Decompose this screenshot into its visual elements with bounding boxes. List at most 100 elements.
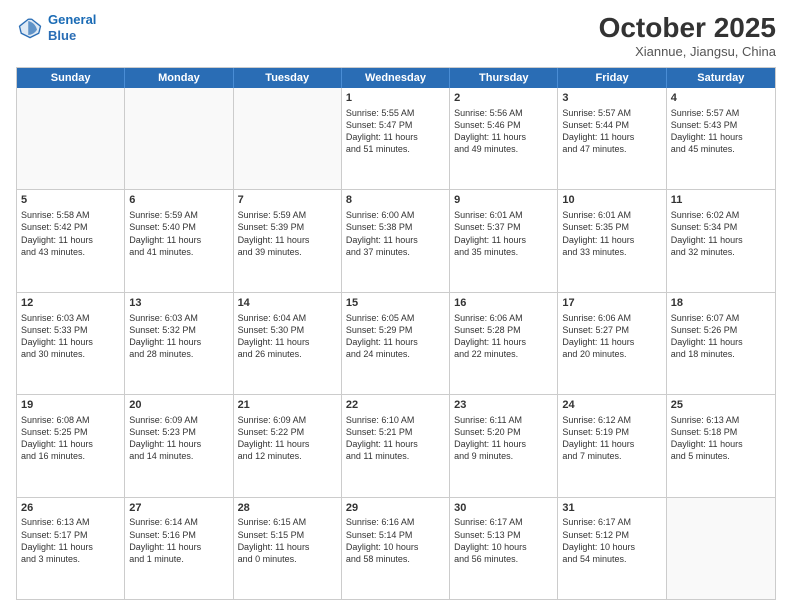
day-info: Sunrise: 6:05 AM Sunset: 5:29 PM Dayligh… bbox=[346, 312, 445, 361]
day-info: Sunrise: 5:59 AM Sunset: 5:40 PM Dayligh… bbox=[129, 209, 228, 258]
day-info: Sunrise: 6:09 AM Sunset: 5:22 PM Dayligh… bbox=[238, 414, 337, 463]
day-number: 7 bbox=[238, 193, 337, 208]
day-info: Sunrise: 6:01 AM Sunset: 5:35 PM Dayligh… bbox=[562, 209, 661, 258]
week-row: 5Sunrise: 5:58 AM Sunset: 5:42 PM Daylig… bbox=[17, 190, 775, 292]
day-info: Sunrise: 6:06 AM Sunset: 5:28 PM Dayligh… bbox=[454, 312, 553, 361]
day-info: Sunrise: 5:59 AM Sunset: 5:39 PM Dayligh… bbox=[238, 209, 337, 258]
day-info: Sunrise: 6:09 AM Sunset: 5:23 PM Dayligh… bbox=[129, 414, 228, 463]
day-cell: 12Sunrise: 6:03 AM Sunset: 5:33 PM Dayli… bbox=[17, 293, 125, 394]
day-header: Friday bbox=[558, 68, 666, 88]
day-info: Sunrise: 6:02 AM Sunset: 5:34 PM Dayligh… bbox=[671, 209, 771, 258]
day-number: 19 bbox=[21, 398, 120, 413]
day-cell: 8Sunrise: 6:00 AM Sunset: 5:38 PM Daylig… bbox=[342, 190, 450, 291]
week-row: 19Sunrise: 6:08 AM Sunset: 5:25 PM Dayli… bbox=[17, 395, 775, 497]
day-cell bbox=[125, 88, 233, 189]
day-info: Sunrise: 6:11 AM Sunset: 5:20 PM Dayligh… bbox=[454, 414, 553, 463]
day-cell: 3Sunrise: 5:57 AM Sunset: 5:44 PM Daylig… bbox=[558, 88, 666, 189]
day-info: Sunrise: 6:13 AM Sunset: 5:17 PM Dayligh… bbox=[21, 516, 120, 565]
day-info: Sunrise: 5:56 AM Sunset: 5:46 PM Dayligh… bbox=[454, 107, 553, 156]
day-cell: 5Sunrise: 5:58 AM Sunset: 5:42 PM Daylig… bbox=[17, 190, 125, 291]
day-cell: 16Sunrise: 6:06 AM Sunset: 5:28 PM Dayli… bbox=[450, 293, 558, 394]
day-cell: 18Sunrise: 6:07 AM Sunset: 5:26 PM Dayli… bbox=[667, 293, 775, 394]
day-number: 22 bbox=[346, 398, 445, 413]
day-header: Tuesday bbox=[234, 68, 342, 88]
day-info: Sunrise: 5:55 AM Sunset: 5:47 PM Dayligh… bbox=[346, 107, 445, 156]
day-header: Saturday bbox=[667, 68, 775, 88]
day-info: Sunrise: 6:12 AM Sunset: 5:19 PM Dayligh… bbox=[562, 414, 661, 463]
day-cell: 14Sunrise: 6:04 AM Sunset: 5:30 PM Dayli… bbox=[234, 293, 342, 394]
calendar: SundayMondayTuesdayWednesdayThursdayFrid… bbox=[16, 67, 776, 600]
day-number: 13 bbox=[129, 296, 228, 311]
day-number: 12 bbox=[21, 296, 120, 311]
day-cell: 10Sunrise: 6:01 AM Sunset: 5:35 PM Dayli… bbox=[558, 190, 666, 291]
day-info: Sunrise: 6:07 AM Sunset: 5:26 PM Dayligh… bbox=[671, 312, 771, 361]
month-title: October 2025 bbox=[599, 12, 776, 44]
day-cell: 6Sunrise: 5:59 AM Sunset: 5:40 PM Daylig… bbox=[125, 190, 233, 291]
day-cell: 2Sunrise: 5:56 AM Sunset: 5:46 PM Daylig… bbox=[450, 88, 558, 189]
day-cell: 29Sunrise: 6:16 AM Sunset: 5:14 PM Dayli… bbox=[342, 498, 450, 599]
day-number: 27 bbox=[129, 501, 228, 516]
day-info: Sunrise: 6:10 AM Sunset: 5:21 PM Dayligh… bbox=[346, 414, 445, 463]
day-number: 3 bbox=[562, 91, 661, 106]
day-number: 24 bbox=[562, 398, 661, 413]
day-cell: 25Sunrise: 6:13 AM Sunset: 5:18 PM Dayli… bbox=[667, 395, 775, 496]
day-info: Sunrise: 6:03 AM Sunset: 5:32 PM Dayligh… bbox=[129, 312, 228, 361]
logo-icon bbox=[16, 14, 44, 42]
day-header: Sunday bbox=[17, 68, 125, 88]
day-header: Monday bbox=[125, 68, 233, 88]
day-cell: 1Sunrise: 5:55 AM Sunset: 5:47 PM Daylig… bbox=[342, 88, 450, 189]
day-number: 5 bbox=[21, 193, 120, 208]
day-info: Sunrise: 6:13 AM Sunset: 5:18 PM Dayligh… bbox=[671, 414, 771, 463]
day-header: Wednesday bbox=[342, 68, 450, 88]
day-number: 28 bbox=[238, 501, 337, 516]
day-cell: 17Sunrise: 6:06 AM Sunset: 5:27 PM Dayli… bbox=[558, 293, 666, 394]
day-cell: 20Sunrise: 6:09 AM Sunset: 5:23 PM Dayli… bbox=[125, 395, 233, 496]
day-number: 8 bbox=[346, 193, 445, 208]
day-number: 26 bbox=[21, 501, 120, 516]
day-info: Sunrise: 6:06 AM Sunset: 5:27 PM Dayligh… bbox=[562, 312, 661, 361]
day-number: 2 bbox=[454, 91, 553, 106]
day-number: 1 bbox=[346, 91, 445, 106]
day-number: 16 bbox=[454, 296, 553, 311]
day-info: Sunrise: 6:14 AM Sunset: 5:16 PM Dayligh… bbox=[129, 516, 228, 565]
day-info: Sunrise: 6:16 AM Sunset: 5:14 PM Dayligh… bbox=[346, 516, 445, 565]
day-cell: 9Sunrise: 6:01 AM Sunset: 5:37 PM Daylig… bbox=[450, 190, 558, 291]
day-number: 18 bbox=[671, 296, 771, 311]
day-number: 23 bbox=[454, 398, 553, 413]
day-cell bbox=[667, 498, 775, 599]
day-cell: 28Sunrise: 6:15 AM Sunset: 5:15 PM Dayli… bbox=[234, 498, 342, 599]
day-info: Sunrise: 6:00 AM Sunset: 5:38 PM Dayligh… bbox=[346, 209, 445, 258]
day-number: 10 bbox=[562, 193, 661, 208]
day-cell: 27Sunrise: 6:14 AM Sunset: 5:16 PM Dayli… bbox=[125, 498, 233, 599]
day-info: Sunrise: 6:15 AM Sunset: 5:15 PM Dayligh… bbox=[238, 516, 337, 565]
day-cell: 13Sunrise: 6:03 AM Sunset: 5:32 PM Dayli… bbox=[125, 293, 233, 394]
day-info: Sunrise: 5:58 AM Sunset: 5:42 PM Dayligh… bbox=[21, 209, 120, 258]
day-info: Sunrise: 6:08 AM Sunset: 5:25 PM Dayligh… bbox=[21, 414, 120, 463]
weeks: 1Sunrise: 5:55 AM Sunset: 5:47 PM Daylig… bbox=[17, 88, 775, 599]
day-header: Thursday bbox=[450, 68, 558, 88]
day-info: Sunrise: 5:57 AM Sunset: 5:43 PM Dayligh… bbox=[671, 107, 771, 156]
day-cell: 4Sunrise: 5:57 AM Sunset: 5:43 PM Daylig… bbox=[667, 88, 775, 189]
week-row: 1Sunrise: 5:55 AM Sunset: 5:47 PM Daylig… bbox=[17, 88, 775, 190]
day-cell: 11Sunrise: 6:02 AM Sunset: 5:34 PM Dayli… bbox=[667, 190, 775, 291]
day-info: Sunrise: 6:17 AM Sunset: 5:12 PM Dayligh… bbox=[562, 516, 661, 565]
day-number: 15 bbox=[346, 296, 445, 311]
week-row: 12Sunrise: 6:03 AM Sunset: 5:33 PM Dayli… bbox=[17, 293, 775, 395]
day-cell bbox=[17, 88, 125, 189]
header: General Blue October 2025 Xiannue, Jiang… bbox=[16, 12, 776, 59]
day-number: 11 bbox=[671, 193, 771, 208]
day-cell: 22Sunrise: 6:10 AM Sunset: 5:21 PM Dayli… bbox=[342, 395, 450, 496]
logo-text: General Blue bbox=[48, 12, 96, 43]
title-block: October 2025 Xiannue, Jiangsu, China bbox=[599, 12, 776, 59]
day-info: Sunrise: 6:17 AM Sunset: 5:13 PM Dayligh… bbox=[454, 516, 553, 565]
day-cell: 23Sunrise: 6:11 AM Sunset: 5:20 PM Dayli… bbox=[450, 395, 558, 496]
day-number: 21 bbox=[238, 398, 337, 413]
day-cell: 30Sunrise: 6:17 AM Sunset: 5:13 PM Dayli… bbox=[450, 498, 558, 599]
day-number: 20 bbox=[129, 398, 228, 413]
day-info: Sunrise: 6:03 AM Sunset: 5:33 PM Dayligh… bbox=[21, 312, 120, 361]
day-number: 9 bbox=[454, 193, 553, 208]
day-cell: 7Sunrise: 5:59 AM Sunset: 5:39 PM Daylig… bbox=[234, 190, 342, 291]
day-cell: 24Sunrise: 6:12 AM Sunset: 5:19 PM Dayli… bbox=[558, 395, 666, 496]
day-cell bbox=[234, 88, 342, 189]
day-number: 17 bbox=[562, 296, 661, 311]
